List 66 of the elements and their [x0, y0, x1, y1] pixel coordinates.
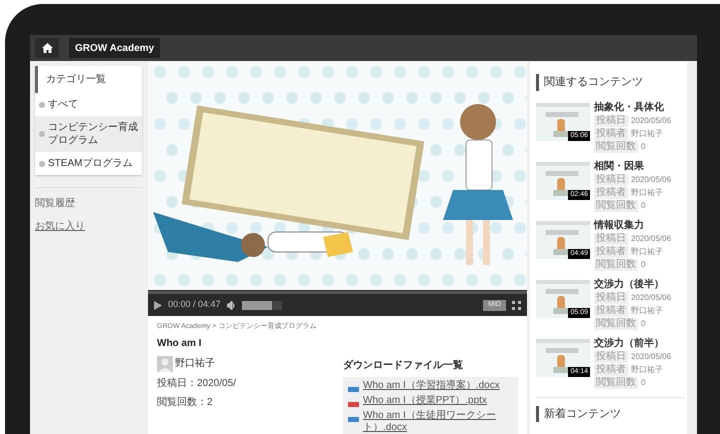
bullet-icon — [39, 160, 45, 166]
home-button[interactable] — [35, 38, 59, 58]
bullet-icon — [39, 131, 45, 137]
meta-label: 投稿日 — [594, 292, 628, 304]
meta-value: 0 — [641, 258, 646, 270]
sidebar-link[interactable]: お気に入り — [35, 219, 85, 234]
meta-value: 0 — [641, 376, 646, 388]
related-title[interactable]: 相関・因果 — [594, 160, 672, 172]
brand-tag[interactable]: GROW Academy — [69, 38, 160, 58]
meta-label: 投稿日 — [594, 232, 628, 244]
meta-label: 投稿日 — [594, 114, 628, 126]
category-item[interactable]: すべて — [35, 93, 142, 116]
meta-label: 閲覧回数 — [594, 140, 638, 152]
meta-value: 野口祐子 — [631, 304, 663, 316]
meta-label: 投稿者 — [594, 128, 628, 140]
progress-track[interactable] — [148, 291, 527, 294]
related-title[interactable]: 情報収集力 — [594, 218, 672, 232]
meta-value: 野口祐子 — [631, 186, 663, 198]
view-count: 閲覧回数：2 — [157, 396, 214, 410]
meta-value: 2020/05/06 — [631, 350, 672, 362]
meta-label: 閲覧回数 — [594, 376, 638, 388]
section-heading: 関連するコンテンツ — [536, 74, 685, 90]
related-title[interactable]: 交渉力（後半） — [594, 278, 672, 290]
downloads-heading: ダウンロードファイル一覧 — [343, 358, 464, 372]
volume-icon[interactable] — [226, 300, 236, 310]
meta-value: 野口祐子 — [631, 128, 663, 140]
meta-value: 2020/05/06 — [631, 292, 672, 304]
related-title[interactable]: 交渉力（前半） — [594, 336, 672, 350]
meta-value: 2020/05/06 — [631, 114, 672, 126]
meta-label: 閲覧回数 — [594, 200, 638, 212]
file-link[interactable]: Who am I（学習指導案）.docx — [363, 380, 513, 394]
meta-value: 野口祐子 — [631, 246, 663, 258]
meta-label: 閲覧回数 — [594, 258, 638, 270]
file-link[interactable]: Who am I（授業PPT）.pptx — [363, 394, 513, 408]
category-item[interactable]: STEAMプログラム — [35, 152, 142, 175]
meta-label: 投稿者 — [594, 304, 628, 316]
volume-slider[interactable] — [242, 300, 282, 310]
section-heading: 新着コンテンツ — [536, 406, 685, 422]
meta-value: 野口祐子 — [631, 364, 663, 376]
meta-label: 閲覧回数 — [594, 318, 638, 330]
file-icon — [348, 412, 359, 424]
related-title[interactable]: 抽象化・具体化 — [594, 100, 672, 114]
post-date: 投稿日：2020/05/ — [157, 376, 237, 390]
file-icon — [348, 382, 359, 394]
video-title: Who am I — [157, 336, 202, 350]
time-display: 00:00 / 04:47 — [168, 298, 221, 312]
sidebar-link[interactable]: 閲覧履歴 — [35, 196, 75, 211]
meta-value: 0 — [641, 140, 646, 152]
meta-label: 投稿者 — [594, 246, 628, 258]
file-link[interactable]: Who am I（生徒用ワークシート）.docx — [363, 410, 513, 434]
meta-label: 投稿日 — [594, 350, 628, 362]
meta-label: 投稿者 — [594, 186, 628, 198]
avatar-icon — [157, 356, 173, 372]
author-name: 野口祐子 — [175, 356, 215, 371]
home-icon — [42, 43, 52, 53]
play-icon[interactable] — [154, 300, 162, 310]
meta-label: 投稿者 — [594, 364, 628, 376]
bullet-icon — [39, 102, 45, 108]
meta-value: 2020/05/06 — [631, 174, 672, 186]
meta-value: 0 — [641, 318, 646, 330]
meta-label: 投稿日 — [594, 174, 628, 186]
meta-value: 0 — [641, 200, 646, 212]
fullscreen-icon[interactable] — [512, 300, 521, 310]
file-icon — [348, 396, 359, 408]
category-item[interactable]: コンピテンシー育成プログラム — [35, 116, 142, 152]
meta-value: 2020/05/06 — [631, 232, 672, 244]
